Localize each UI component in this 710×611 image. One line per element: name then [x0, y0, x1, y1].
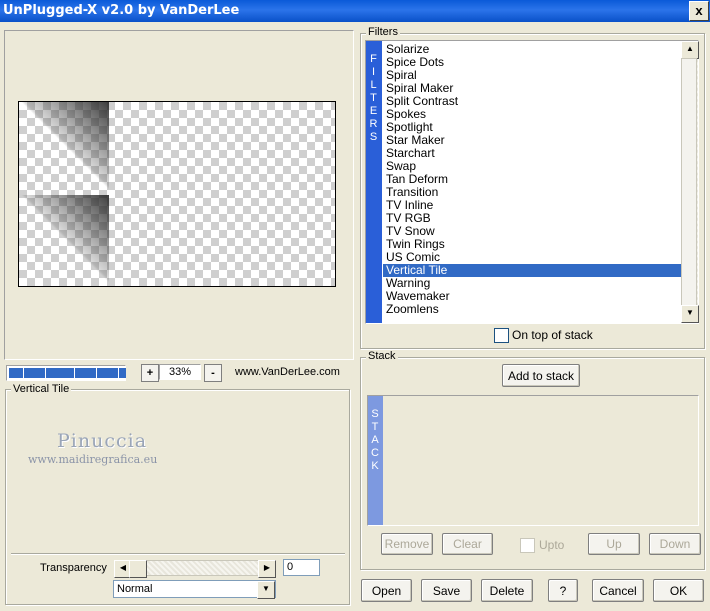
- transparency-slider[interactable]: ◀ ▶: [114, 560, 276, 578]
- filters-strip: FILTERS: [366, 41, 382, 323]
- zoom-in-button[interactable]: +: [141, 364, 159, 382]
- progress-block: [89, 368, 97, 378]
- progress-block: [111, 368, 119, 378]
- add-to-stack-button[interactable]: Add to stack: [502, 364, 580, 387]
- filter-item[interactable]: Spice Dots: [383, 56, 681, 69]
- progress-block: [23, 368, 31, 378]
- strip-letter: R: [369, 118, 379, 130]
- progress-block: [74, 368, 82, 378]
- progress-bar: [6, 365, 126, 381]
- stack-strip: STACK: [368, 396, 383, 525]
- filter-item[interactable]: Zoomlens: [383, 303, 681, 316]
- progress-block: [67, 368, 75, 378]
- scroll-up-icon[interactable]: ▲: [681, 41, 699, 59]
- open-button[interactable]: Open: [361, 579, 412, 602]
- strip-letter: I: [371, 66, 377, 78]
- down-button[interactable]: Down: [649, 533, 701, 555]
- dropdown-arrow-icon[interactable]: ▼: [257, 581, 275, 599]
- progress-block: [16, 368, 24, 378]
- progress-block: [9, 368, 16, 378]
- window-title: UnPlugged-X v2.0 by VanDerLee: [3, 3, 240, 18]
- strip-letter: S: [369, 131, 379, 143]
- scroll-down-icon[interactable]: ▼: [681, 305, 699, 323]
- upto-checkbox[interactable]: [520, 538, 535, 553]
- progress-block: [60, 368, 68, 378]
- strip-letter: E: [369, 105, 379, 117]
- watermark-title: Pinuccia: [57, 430, 148, 452]
- up-button[interactable]: Up: [588, 533, 640, 555]
- clear-button[interactable]: Clear: [442, 533, 493, 555]
- delete-button[interactable]: Delete: [481, 579, 533, 602]
- strip-letter: A: [371, 434, 380, 446]
- progress-block: [118, 368, 126, 378]
- transparency-label: Transparency: [40, 562, 107, 574]
- preview-image[interactable]: [18, 101, 336, 287]
- filter-item[interactable]: Starchart: [383, 147, 681, 160]
- on-top-checkbox[interactable]: [494, 328, 509, 343]
- progress-block: [30, 368, 38, 378]
- strip-letter: C: [371, 447, 380, 459]
- cancel-button[interactable]: Cancel: [592, 579, 644, 602]
- strip-letter: F: [370, 53, 378, 65]
- progress-block: [45, 368, 53, 378]
- transparency-value-field[interactable]: 0: [283, 559, 320, 576]
- filter-item[interactable]: Split Contrast: [383, 95, 681, 108]
- strip-letter: S: [371, 408, 380, 420]
- strip-letter: T: [370, 92, 378, 104]
- zoom-out-button[interactable]: -: [204, 364, 222, 382]
- zoom-value: 33%: [159, 364, 201, 380]
- website-link[interactable]: www.VanDerLee.com: [235, 366, 340, 378]
- settings-divider: [11, 553, 345, 555]
- progress-block: [96, 368, 104, 378]
- stack-list[interactable]: [384, 396, 698, 525]
- upto-label: Upto: [539, 538, 565, 552]
- strip-letter: K: [371, 460, 380, 472]
- help-button[interactable]: ?: [548, 579, 578, 602]
- settings-title: Vertical Tile: [11, 383, 72, 395]
- filters-list[interactable]: Solarize Spice Dots Spiral Spiral Maker Spli…: [383, 41, 681, 323]
- watermark-url: www.maidiregrafica.eu: [28, 453, 158, 466]
- blend-mode-value: Normal: [117, 583, 153, 595]
- stack-label: Stack: [366, 350, 398, 362]
- slider-right-arrow[interactable]: ▶: [258, 560, 276, 578]
- progress-block: [52, 368, 60, 378]
- blend-mode-select[interactable]: Normal ▼: [113, 580, 276, 599]
- on-top-label: On top of stack: [512, 328, 593, 342]
- scroll-thumb[interactable]: [681, 58, 697, 306]
- strip-letter: T: [371, 421, 380, 433]
- remove-button[interactable]: Remove: [381, 533, 433, 555]
- filters-scrollbar[interactable]: ▲ ▼: [681, 41, 699, 323]
- slider-thumb[interactable]: [129, 560, 147, 578]
- progress-block: [103, 368, 111, 378]
- settings-area: [6, 396, 349, 554]
- filters-label: Filters: [366, 26, 400, 38]
- close-button[interactable]: x: [689, 1, 709, 21]
- ok-button[interactable]: OK: [653, 579, 704, 602]
- strip-letter: L: [370, 79, 378, 91]
- save-button[interactable]: Save: [421, 579, 472, 602]
- progress-block: [38, 368, 46, 378]
- progress-block: [82, 368, 89, 378]
